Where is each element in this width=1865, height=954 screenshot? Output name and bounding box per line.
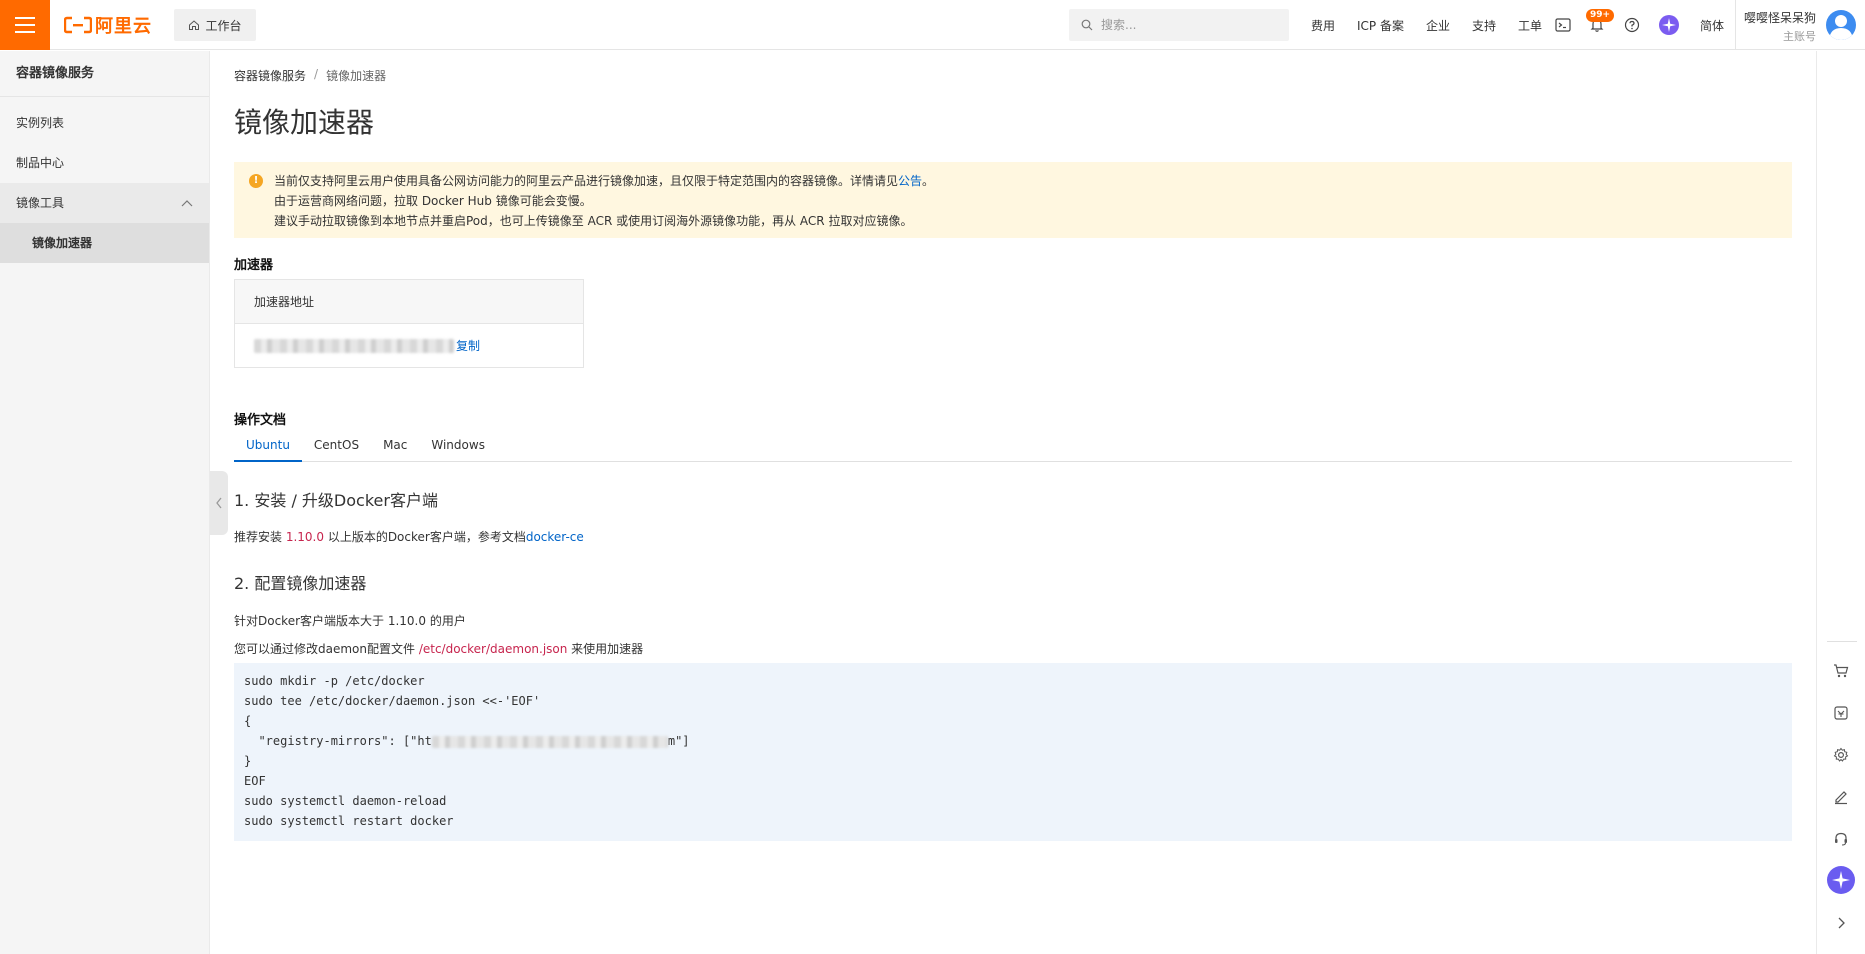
sidebar-item-instances[interactable]: 实例列表 [0, 103, 209, 143]
cloud-shell-icon[interactable] [1553, 15, 1573, 35]
language-switch[interactable]: 简体 [1700, 17, 1724, 34]
aliyun-logo-icon [64, 16, 92, 34]
headset-icon[interactable] [1829, 827, 1853, 851]
step2-pre: 您可以通过修改daemon配置文件 [234, 642, 419, 656]
tab-ubuntu[interactable]: Ubuntu [234, 431, 302, 462]
nav-enterprise[interactable]: 企业 [1426, 17, 1450, 34]
edit-icon[interactable] [1829, 785, 1853, 809]
breadcrumb-separator: / [314, 67, 319, 81]
menu-bar-line [15, 24, 35, 26]
sidebar: 容器镜像服务 实例列表 制品中心 镜像工具 镜像加速器 [0, 51, 210, 954]
accelerator-row: 复制 [235, 324, 583, 367]
help-icon[interactable] [1622, 15, 1642, 35]
sidebar-item-mirror-accelerator[interactable]: 镜像加速器 [0, 223, 209, 263]
notice-line-2: 由于运营商网络问题，拉取 Docker Hub 镜像可能会变慢。 [274, 194, 592, 208]
code-block[interactable]: sudo mkdir -p /etc/docker sudo tee /etc/… [234, 663, 1792, 841]
notification-badge: 99+ [1586, 9, 1615, 22]
sidebar-group-mirror-tools[interactable]: 镜像工具 [0, 183, 209, 223]
step1-heading: 1. 安装 / 升级Docker客户端 [234, 491, 438, 510]
nav-icp[interactable]: ICP 备案 [1357, 17, 1404, 34]
notice-line-1: 当前仅支持阿里云用户使用具备公网访问能力的阿里云产品进行镜像加速，且仅限于特定范… [274, 171, 1792, 191]
step2-text-1: 针对Docker客户端版本大于 1.10.0 的用户 [234, 614, 466, 628]
step2-text-2: 您可以通过修改daemon配置文件 /etc/docker/daemon.jso… [234, 640, 643, 657]
breadcrumb: 容器镜像服务 / 镜像加速器 [234, 67, 386, 84]
code-line: EOF [244, 774, 266, 788]
search-input[interactable] [1101, 18, 1271, 32]
notice-line-3: 建议手动拉取镜像到本地节点并重启Pod，也可上传镜像至 ACR 或使用订阅海外源… [274, 214, 913, 228]
notice-text: 当前仅支持阿里云用户使用具备公网访问能力的阿里云产品进行镜像加速，且仅限于特定范… [274, 174, 899, 188]
code-registry-post: m"] [667, 734, 690, 748]
user-account[interactable]: 嘤嘤怪呆呆狗 主账号 [1744, 9, 1816, 44]
billing-icon[interactable] [1829, 701, 1853, 725]
code-line-registry: "registry-mirrors": ["ht m"] [244, 731, 1782, 751]
chevron-right-icon[interactable] [1829, 911, 1853, 935]
workbench-label: 工作台 [205, 18, 242, 33]
step1-mid: 以上版本的Docker客户端，参考文档 [324, 530, 526, 544]
ai-assistant-icon[interactable] [1827, 866, 1855, 894]
step1-pre: 推荐安装 [234, 530, 286, 544]
tab-windows[interactable]: Windows [419, 431, 497, 462]
daemon-json-path: /etc/docker/daemon.json [418, 642, 568, 656]
nav-ticket[interactable]: 工单 [1518, 17, 1542, 34]
menu-bar-line [15, 17, 35, 19]
code-line: { [244, 714, 252, 728]
user-name: 嘤嘤怪呆呆狗 [1744, 11, 1817, 25]
docs-section-title: 操作文档 [234, 413, 287, 428]
accelerator-table: 加速器地址 复制 [234, 279, 584, 368]
accelerator-section-title: 加速器 [234, 258, 274, 273]
top-navigation-bar: 阿里云 工作台 费用 ICP 备案 企业 支持 工单 99+ 简体 嘤嘤怪呆呆狗… [0, 0, 1865, 50]
sidebar-item-artifact-center[interactable]: 制品中心 [0, 143, 209, 183]
announcement-link[interactable]: 公告 [898, 174, 922, 188]
nav-fees[interactable]: 费用 [1311, 17, 1335, 34]
step2-heading: 2. 配置镜像加速器 [234, 574, 367, 593]
code-registry-pre: "registry-mirrors": ["ht [244, 734, 432, 748]
os-tabs: Ubuntu CentOS Mac Windows [234, 431, 1792, 462]
workbench-button[interactable]: 工作台 [174, 9, 256, 41]
ai-assistant-icon[interactable] [1659, 15, 1679, 35]
step2-post: 来使用加速器 [567, 642, 644, 656]
sidebar-group-label: 镜像工具 [16, 196, 65, 210]
chevron-up-icon [181, 200, 193, 207]
right-tool-rail [1816, 51, 1865, 954]
code-line: } [244, 754, 252, 768]
divider [1827, 641, 1857, 642]
search-icon [1081, 19, 1093, 31]
cart-icon[interactable] [1829, 659, 1853, 683]
tab-mac[interactable]: Mac [371, 431, 419, 462]
menu-bar-line [15, 31, 35, 33]
tab-centos[interactable]: CentOS [302, 431, 371, 462]
hamburger-menu-button[interactable] [0, 0, 50, 50]
sidebar-title: 容器镜像服务 [0, 51, 209, 97]
code-line: sudo mkdir -p /etc/docker [244, 674, 425, 688]
warning-icon: ! [249, 174, 263, 188]
step1-version: 1.10.0 [285, 530, 324, 544]
aliyun-logo[interactable]: 阿里云 [64, 14, 152, 37]
code-line: sudo systemctl daemon-reload [244, 794, 447, 808]
breadcrumb-current: 镜像加速器 [326, 69, 387, 83]
registry-url-redacted [431, 735, 668, 748]
sidebar-collapse-handle[interactable] [210, 471, 228, 535]
chevron-left-icon [216, 497, 222, 509]
code-line: sudo systemctl restart docker [244, 814, 454, 828]
step1-text: 推荐安装 1.10.0 以上版本的Docker客户端，参考文档docker-ce [234, 528, 584, 545]
accelerator-address-redacted [254, 338, 454, 353]
nav-support[interactable]: 支持 [1472, 17, 1496, 34]
divider [1735, 0, 1736, 50]
copy-button[interactable]: 复制 [456, 337, 480, 354]
accelerator-column-header: 加速器地址 [235, 280, 583, 324]
logo-text: 阿里云 [95, 16, 152, 37]
page-title: 镜像加速器 [234, 106, 375, 139]
global-search[interactable] [1069, 9, 1289, 41]
code-line: sudo tee /etc/docker/daemon.json <<-'EOF… [244, 694, 541, 708]
notice-end: 。 [922, 174, 935, 188]
gear-icon[interactable] [1829, 743, 1853, 767]
user-role: 主账号 [1783, 30, 1816, 43]
notice-banner: ! 当前仅支持阿里云用户使用具备公网访问能力的阿里云产品进行镜像加速，且仅限于特… [234, 162, 1792, 238]
breadcrumb-root[interactable]: 容器镜像服务 [234, 67, 306, 84]
home-icon [189, 20, 200, 30]
avatar[interactable] [1826, 10, 1856, 40]
top-nav-links: 费用 ICP 备案 企业 支持 工单 [1311, 0, 1564, 50]
docker-ce-link[interactable]: docker-ce [526, 530, 584, 544]
